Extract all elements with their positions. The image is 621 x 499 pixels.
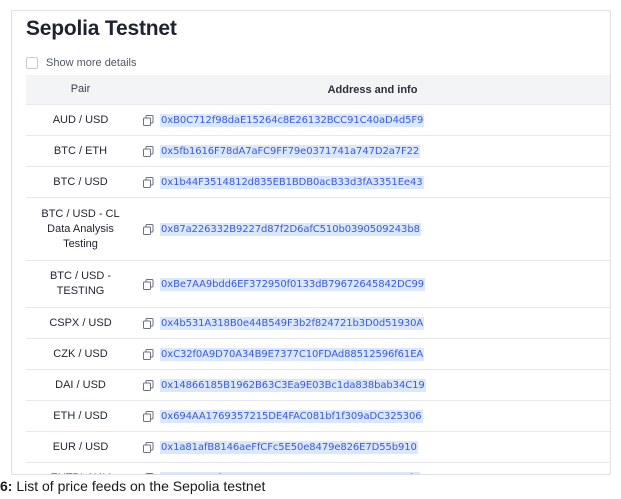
pair-cell: BTC / USD xyxy=(53,175,108,188)
page-title: Sepolia Testnet xyxy=(26,17,177,40)
pair-cell: BTC / USD - CL Data Analysis Testing xyxy=(41,207,120,250)
contract-address-link[interactable]: 0x694AA1769357215DE4FAC081bf1f309aDC3253… xyxy=(160,409,423,423)
price-feeds-panel: Sepolia Testnet Show more details Pair A… xyxy=(11,10,611,475)
copy-icon[interactable] xyxy=(143,278,154,290)
table-row: AUD / USD 0xB0C712f98daE15264c8E26132BCC9… xyxy=(26,105,610,136)
table-row: BTC / ETH 0x5fb1616F78dA7aFC9FF79e0371741… xyxy=(26,136,610,167)
copy-icon[interactable] xyxy=(143,223,154,235)
table-header: Pair Address and info xyxy=(26,75,610,105)
table-row: ETH / USD 0x694AA1769357215DE4FAC081bf1f3… xyxy=(26,401,610,432)
copy-icon[interactable] xyxy=(143,176,154,188)
copy-icon[interactable] xyxy=(143,114,154,126)
pair-cell: CZK / USD xyxy=(53,347,108,360)
copy-icon[interactable] xyxy=(143,379,154,391)
contract-address-link[interactable]: 0x4b531A318B0e44B549F3b2f824721b3D0d5193… xyxy=(160,316,425,330)
address-cell: 0x1b44F3514812d835EB1BDB0acB33d3fA3351Ee… xyxy=(135,175,610,189)
pair-cell: AUD / USD xyxy=(52,113,109,126)
address-cell: 0x694AA1769357215DE4FAC081bf1f309aDC3253… xyxy=(135,409,610,423)
table-row: EUTBL NAV 0x07A4307f42c4E20A26C06398E8140… xyxy=(26,463,610,475)
pair-cell: DAI / USD xyxy=(55,378,106,391)
address-cell: 0x87a226332B9227d87f2D6afC510b0390509243… xyxy=(135,222,610,236)
table-row: BTC / USD - TESTING 0xBe7AA9bdd6EF372950f… xyxy=(26,261,610,308)
contract-address-link[interactable]: 0x07A4307f42c4E20A26C06398E81406BEe037a8… xyxy=(160,471,420,474)
pair-cell: BTC / ETH xyxy=(53,144,108,157)
address-cell: 0x5fb1616F78dA7aFC9FF79e0371741a747D2a7F… xyxy=(135,144,610,158)
header-pair: Pair xyxy=(70,83,91,95)
address-cell: 0x4b531A318B0e44B549F3b2f824721b3D0d5193… xyxy=(135,316,610,330)
table-row: CZK / USD 0xC32f0A9D70A34B9E7377C10FDAd88… xyxy=(26,339,610,370)
table-row: BTC / USD - CL Data Analysis Testing 0x87… xyxy=(26,198,610,261)
contract-address-link[interactable]: 0xC32f0A9D70A34B9E7377C10FDAd88512596f61… xyxy=(160,347,425,361)
header-address-info: Address and info xyxy=(327,83,418,96)
pair-cell: BTC / USD - TESTING xyxy=(49,270,112,297)
address-cell: 0xBe7AA9bdd6EF372950f0133dB79672645842DC… xyxy=(135,277,610,291)
address-cell: 0xC32f0A9D70A34B9E7377C10FDAd88512596f61… xyxy=(135,347,610,361)
address-cell: 0xB0C712f98daE15264c8E26132BCC91C40aD4d5… xyxy=(135,113,610,127)
table-body: AUD / USD 0xB0C712f98daE15264c8E26132BCC9… xyxy=(26,105,610,475)
caption-text: List of price feeds on the Sepolia testn… xyxy=(16,478,266,494)
address-cell: 0x1a81afB8146aeFfCFc5E50e8479e826E7D55b9… xyxy=(135,440,610,454)
pair-cell: EUTBL NAV xyxy=(26,471,135,475)
show-more-details-label: Show more details xyxy=(46,57,137,69)
contract-address-link[interactable]: 0x87a226332B9227d87f2D6afC510b0390509243… xyxy=(160,222,421,236)
caption-number: 6: xyxy=(0,478,13,494)
table-row: DAI / USD 0x14866185B1962B63C3Ea9E03Bc1da… xyxy=(26,370,610,401)
contract-address-link[interactable]: 0xBe7AA9bdd6EF372950f0133dB79672645842DC… xyxy=(160,277,425,291)
contract-address-link[interactable]: 0xB0C712f98daE15264c8E26132BCC91C40aD4d5… xyxy=(160,113,425,127)
copy-icon[interactable] xyxy=(143,317,154,329)
copy-icon[interactable] xyxy=(143,348,154,360)
pair-cell: EUR / USD xyxy=(52,440,109,453)
contract-address-link[interactable]: 0x1b44F3514812d835EB1BDB0acB33d3fA3351Ee… xyxy=(160,175,424,189)
table-row: CSPX / USD 0x4b531A318B0e44B549F3b2f82472… xyxy=(26,308,610,339)
contract-address-link[interactable]: 0x14866185B1962B63C3Ea9E03Bc1da838bab34C… xyxy=(160,378,426,392)
copy-icon[interactable] xyxy=(143,472,154,474)
figure-caption: 6: List of price feeds on the Sepolia te… xyxy=(0,478,265,494)
table-row: EUR / USD 0x1a81afB8146aeFfCFc5E50e8479e8… xyxy=(26,432,610,463)
copy-icon[interactable] xyxy=(143,410,154,422)
pair-cell: CSPX / USD xyxy=(49,316,112,329)
address-cell: 0x07A4307f42c4E20A26C06398E81406BEe037a8… xyxy=(135,471,610,474)
table-row: BTC / USD 0x1b44F3514812d835EB1BDB0acB33d… xyxy=(26,167,610,198)
contract-address-link[interactable]: 0x5fb1616F78dA7aFC9FF79e0371741a747D2a7F… xyxy=(160,144,421,158)
pair-cell: ETH / USD xyxy=(53,409,108,422)
show-more-details-checkbox[interactable] xyxy=(26,57,38,69)
contract-address-link[interactable]: 0x1a81afB8146aeFfCFc5E50e8479e826E7D55b9… xyxy=(160,440,418,454)
show-more-details-toggle[interactable]: Show more details xyxy=(26,54,137,72)
address-cell: 0x14866185B1962B63C3Ea9E03Bc1da838bab34C… xyxy=(135,378,610,392)
price-feeds-table: Pair Address and info AUD / USD 0xB0C712f… xyxy=(26,75,610,475)
copy-icon[interactable] xyxy=(143,441,154,453)
copy-icon[interactable] xyxy=(143,145,154,157)
